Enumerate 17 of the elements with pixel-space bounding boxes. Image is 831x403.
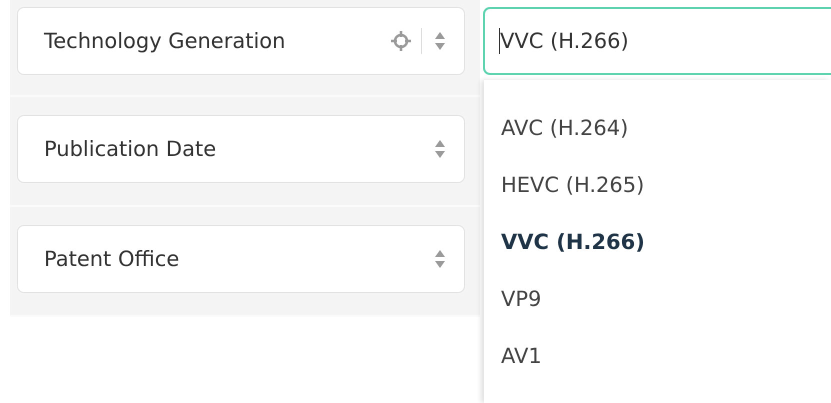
dropdown-option[interactable]: VP9 — [484, 271, 831, 328]
field-select[interactable]: Technology Generation — [17, 7, 465, 75]
field-select[interactable]: Patent Office — [17, 225, 465, 293]
value-input[interactable]: VVC (H.266) — [483, 7, 831, 75]
sort-icon — [434, 139, 446, 159]
field-select[interactable]: Publication Date — [17, 115, 465, 183]
input-value: VVC (H.266) — [500, 29, 629, 53]
field-label: Patent Office — [44, 247, 180, 271]
crosshair-icon[interactable] — [391, 30, 411, 52]
dropdown-option[interactable]: AVC (H.264) — [484, 100, 831, 157]
field-label: Technology Generation — [44, 29, 286, 53]
dropdown-option[interactable]: HEVC (H.265) — [484, 157, 831, 214]
dropdown-option[interactable]: VVC (H.266) — [484, 214, 831, 271]
sort-icon — [434, 31, 446, 51]
dropdown-option[interactable]: AV1 — [484, 328, 831, 385]
field-label: Publication Date — [44, 137, 218, 161]
sort-icon — [434, 249, 446, 269]
